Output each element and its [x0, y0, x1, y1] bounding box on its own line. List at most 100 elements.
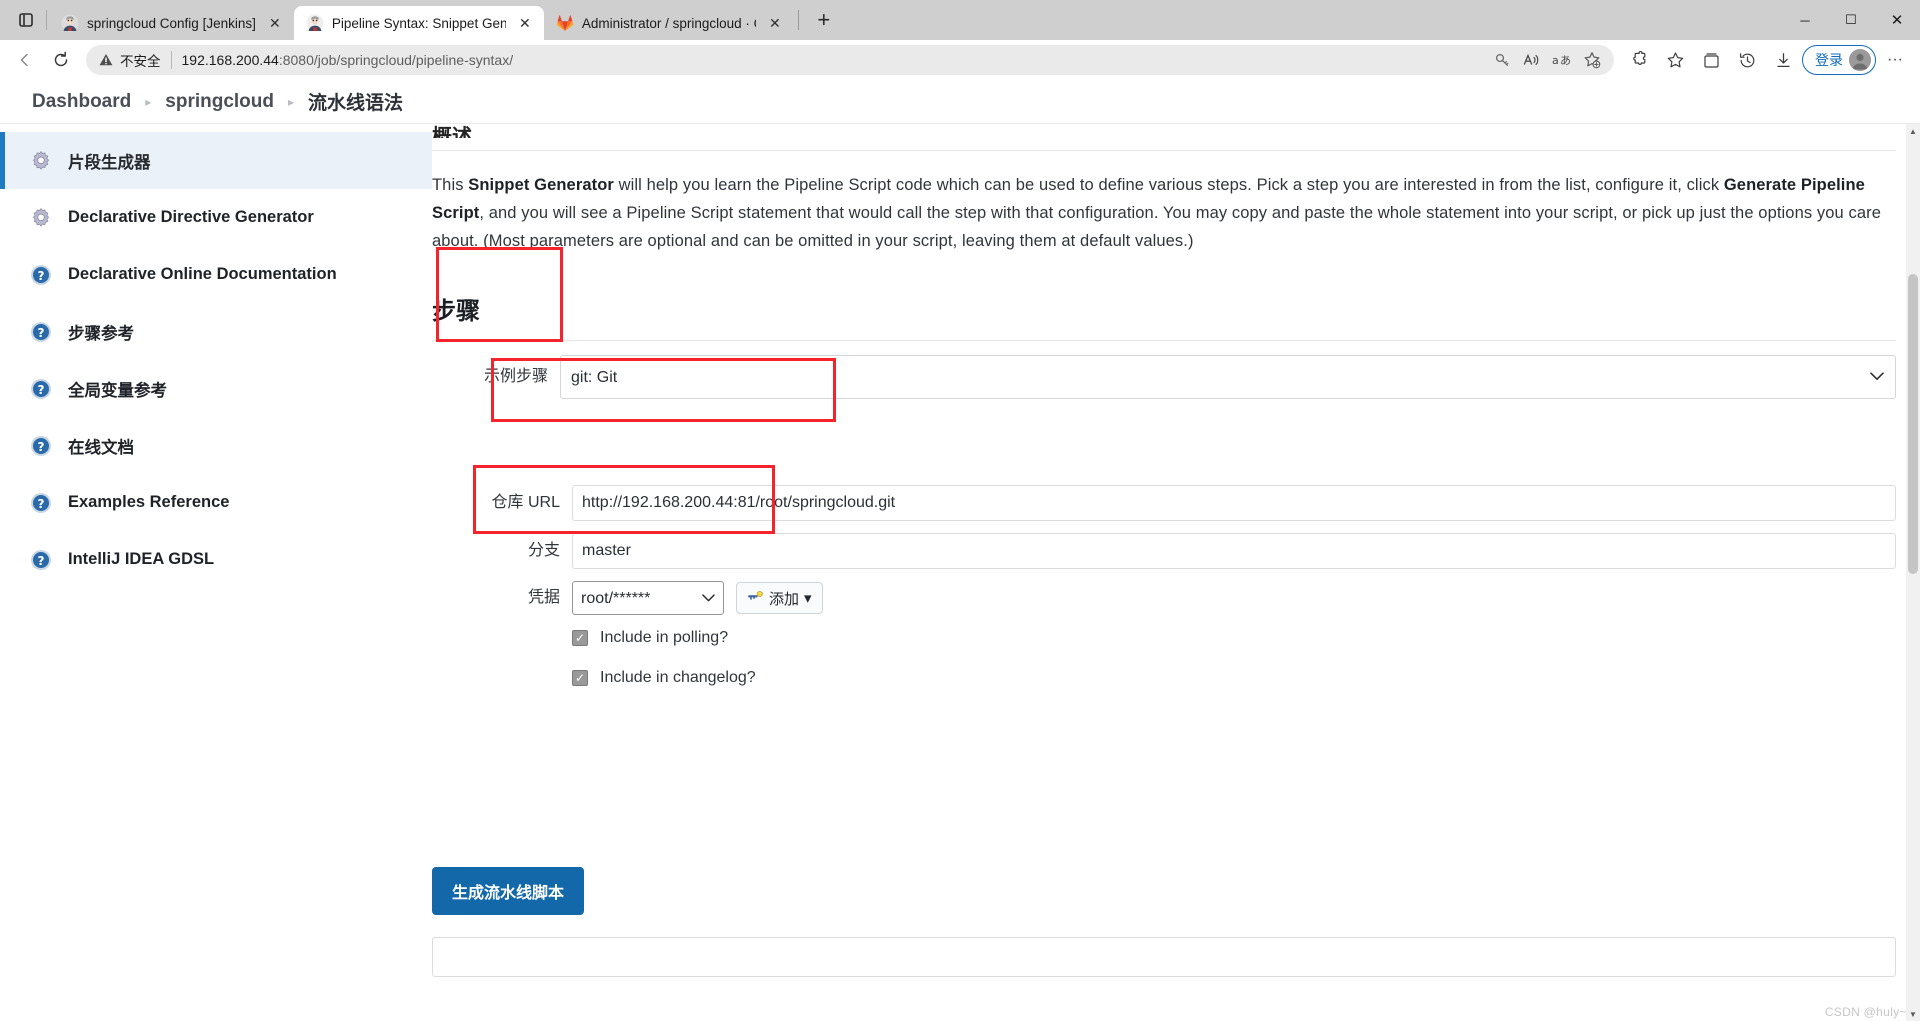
- tab-title: Administrator / springcloud · GitL: [581, 15, 756, 31]
- gitlab-icon: [556, 14, 574, 32]
- divider: [432, 340, 1896, 341]
- repo-url-row: 仓库 URL ?: [432, 485, 1920, 521]
- password-key-icon[interactable]: [1488, 46, 1516, 74]
- credentials-label: 凭据: [527, 589, 560, 606]
- jenkins-icon: [306, 14, 324, 32]
- intro-paragraph: This Snippet Generator will help you lea…: [432, 171, 1896, 255]
- sidebar-item-global-variable-reference[interactable]: ? 全局变量参考: [0, 360, 432, 417]
- add-favorite-icon[interactable]: [1578, 46, 1606, 74]
- intro-mid-2: , and you will see a Pipeline Script sta…: [432, 204, 1881, 250]
- key-icon: [747, 590, 764, 607]
- omnibox-divider: [170, 51, 172, 69]
- maximize-button[interactable]: ☐: [1828, 0, 1874, 40]
- url-host: 192.168.200.44: [181, 52, 279, 68]
- credentials-select-wrap: root/******: [572, 581, 724, 615]
- sidebar-item-intellij-idea-gdsl[interactable]: ? IntelliJ IDEA GDSL: [0, 531, 432, 588]
- extensions-icon[interactable]: [1622, 43, 1656, 77]
- browser-tab-3[interactable]: Administrator / springcloud · GitL ✕: [543, 6, 794, 40]
- include-polling-row: ✓ Include in polling? ?: [432, 615, 1920, 657]
- sidebar-item-declarative-online-documentation[interactable]: ? Declarative Online Documentation: [0, 246, 432, 303]
- avatar: [1849, 49, 1871, 71]
- history-icon[interactable]: [1730, 43, 1764, 77]
- credentials-row: 凭据 root/****** 添加 ▾: [432, 581, 1920, 615]
- steps-heading: 步骤: [432, 298, 480, 325]
- sample-step-select[interactable]: git: Git: [560, 355, 1896, 399]
- page-viewport: Dashboard ▸ springcloud ▸ 流水线语法 片段生成器 De…: [0, 80, 1920, 1021]
- page-body: 片段生成器 Declarative Directive Generator ? …: [0, 124, 1920, 1021]
- not-secure-warning-icon: [98, 52, 114, 68]
- address-bar[interactable]: 不安全 192.168.200.44:8080/job/springcloud/…: [86, 45, 1614, 75]
- sidebar-item-label: Examples Reference: [68, 493, 230, 511]
- sample-step-control: git: Git: [560, 355, 1896, 399]
- sample-step-row: 示例步骤 git: Git: [432, 355, 1896, 399]
- sign-in-label: 登录: [1815, 52, 1843, 68]
- close-icon[interactable]: ✕: [764, 12, 786, 34]
- sidebar-item-snippet-generator[interactable]: 片段生成器: [0, 132, 432, 189]
- new-tab-button[interactable]: +: [807, 3, 841, 37]
- sidebar-item-declarative-directive-generator[interactable]: Declarative Directive Generator: [0, 189, 432, 246]
- sidebar-item-online-documentation[interactable]: ? 在线文档: [0, 417, 432, 474]
- add-credentials-label: 添加: [769, 590, 800, 608]
- browser-tab-1[interactable]: springcloud Config [Jenkins] ✕: [49, 6, 294, 40]
- intro-pre: This: [432, 176, 469, 194]
- branch-input[interactable]: [572, 533, 1896, 569]
- minimize-button[interactable]: ─: [1782, 0, 1828, 40]
- reload-icon[interactable]: [44, 43, 78, 77]
- credentials-control: root/****** 添加 ▾: [572, 581, 1920, 615]
- add-credentials-button[interactable]: 添加 ▾: [736, 582, 823, 614]
- url-path: :8080/job/springcloud/pipeline-syntax/: [278, 52, 514, 68]
- breadcrumb-item-springcloud[interactable]: springcloud: [165, 91, 274, 113]
- gear-icon: [28, 205, 54, 231]
- translate-icon[interactable]: aあ: [1548, 46, 1576, 74]
- scrollbar-thumb[interactable]: [1908, 274, 1918, 574]
- breadcrumb-item-dashboard[interactable]: Dashboard: [32, 91, 131, 113]
- toolbar-right-actions: 登录 ···: [1622, 43, 1912, 77]
- scroll-down-icon[interactable]: ▼: [1906, 1007, 1920, 1021]
- favorites-icon[interactable]: [1658, 43, 1692, 77]
- downloads-icon[interactable]: [1766, 43, 1800, 77]
- scroll-up-icon[interactable]: ▲: [1906, 124, 1920, 138]
- read-aloud-icon[interactable]: [1518, 46, 1546, 74]
- repo-url-input[interactable]: [572, 485, 1896, 521]
- include-changelog-checkbox-row[interactable]: ✓ Include in changelog?: [572, 669, 1896, 687]
- tab-strip: springcloud Config [Jenkins] ✕ Pipeline …: [0, 0, 1920, 40]
- branch-label: 分支: [527, 542, 560, 559]
- include-polling-control: ✓ Include in polling? ?: [572, 615, 1920, 657]
- svg-text:あ: あ: [1560, 54, 1571, 67]
- watermark: CSDN @huly~~: [1824, 1005, 1914, 1019]
- intro-mid-1: will help you learn the Pipeline Script …: [613, 176, 1724, 194]
- tab-strip-divider: [46, 10, 47, 30]
- browser-tab-2[interactable]: Pipeline Syntax: Snippet Generat ✕: [293, 6, 544, 40]
- sidebar-item-examples-reference[interactable]: ? Examples Reference: [0, 474, 432, 531]
- credentials-select[interactable]: root/******: [572, 581, 724, 615]
- tab-actions-icon[interactable]: [6, 0, 46, 40]
- back-icon[interactable]: [8, 43, 42, 77]
- sample-step-label: 示例步骤: [483, 368, 548, 385]
- svg-text:a: a: [1552, 54, 1559, 67]
- close-icon[interactable]: ✕: [514, 12, 536, 34]
- sidebar-item-label: 步骤参考: [68, 324, 134, 343]
- tab-divider: [797, 10, 799, 30]
- omnibox-actions: aあ: [1488, 46, 1606, 74]
- checkbox-checked-icon[interactable]: ✓: [572, 670, 588, 686]
- include-polling-checkbox-row[interactable]: ✓ Include in polling?: [572, 629, 1896, 647]
- settings-more-icon[interactable]: ···: [1878, 43, 1912, 77]
- checkbox-checked-icon[interactable]: ✓: [572, 630, 588, 646]
- sidebar-item-step-reference[interactable]: ? 步骤参考: [0, 303, 432, 360]
- generated-script-output[interactable]: [432, 937, 1896, 977]
- include-changelog-label: Include in changelog?: [600, 669, 756, 686]
- breadcrumb-item-pipeline-syntax[interactable]: 流水线语法: [308, 88, 403, 115]
- svg-text:?: ?: [38, 554, 45, 568]
- vertical-scrollbar[interactable]: ▲ ▼: [1906, 124, 1920, 1021]
- help-icon: ?: [28, 490, 54, 516]
- include-polling-label: Include in polling?: [600, 629, 729, 646]
- generate-pipeline-script-button[interactable]: 生成流水线脚本: [432, 867, 585, 915]
- tab-title: springcloud Config [Jenkins]: [87, 15, 256, 31]
- breadcrumb: Dashboard ▸ springcloud ▸ 流水线语法: [0, 80, 1920, 124]
- tab-title: Pipeline Syntax: Snippet Generat: [331, 15, 506, 31]
- collections-icon[interactable]: [1694, 43, 1728, 77]
- help-icon: ?: [28, 262, 54, 288]
- sign-in-button[interactable]: 登录: [1802, 45, 1876, 75]
- close-icon[interactable]: ✕: [264, 12, 286, 34]
- window-close-button[interactable]: ✕: [1874, 0, 1920, 40]
